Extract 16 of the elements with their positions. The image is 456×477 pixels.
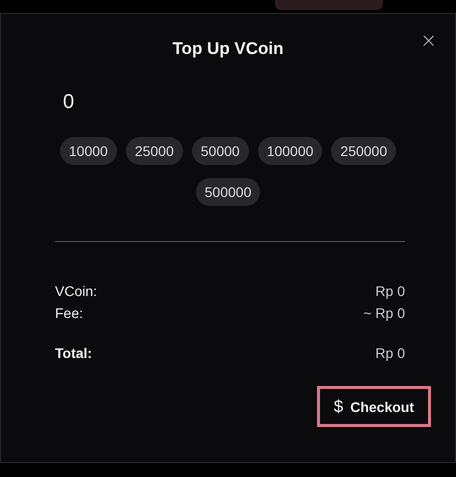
amount-chip[interactable]: 25000 bbox=[126, 137, 183, 165]
close-button[interactable]: × bbox=[418, 30, 439, 50]
checkout-button[interactable]: $ Checkout bbox=[316, 386, 431, 427]
amount-input[interactable]: 0 bbox=[63, 87, 183, 117]
dialog-title: Top Up VCoin bbox=[172, 39, 284, 59]
amount-chip[interactable]: 500000 bbox=[196, 178, 260, 206]
amount-chip[interactable]: 100000 bbox=[258, 137, 322, 165]
summary-value: ~ Rp 0 bbox=[363, 304, 405, 323]
amount-chip[interactable]: 250000 bbox=[331, 137, 396, 165]
amount-chip[interactable]: 50000 bbox=[192, 137, 249, 165]
summary-label: Total: bbox=[55, 344, 92, 363]
amount-chip[interactable]: 10000 bbox=[60, 137, 117, 165]
summary-value: Rp 0 bbox=[375, 282, 405, 301]
summary-label: VCoin: bbox=[55, 282, 98, 301]
summary-value: Rp 0 bbox=[375, 344, 405, 363]
summary-label: Fee: bbox=[55, 304, 84, 323]
